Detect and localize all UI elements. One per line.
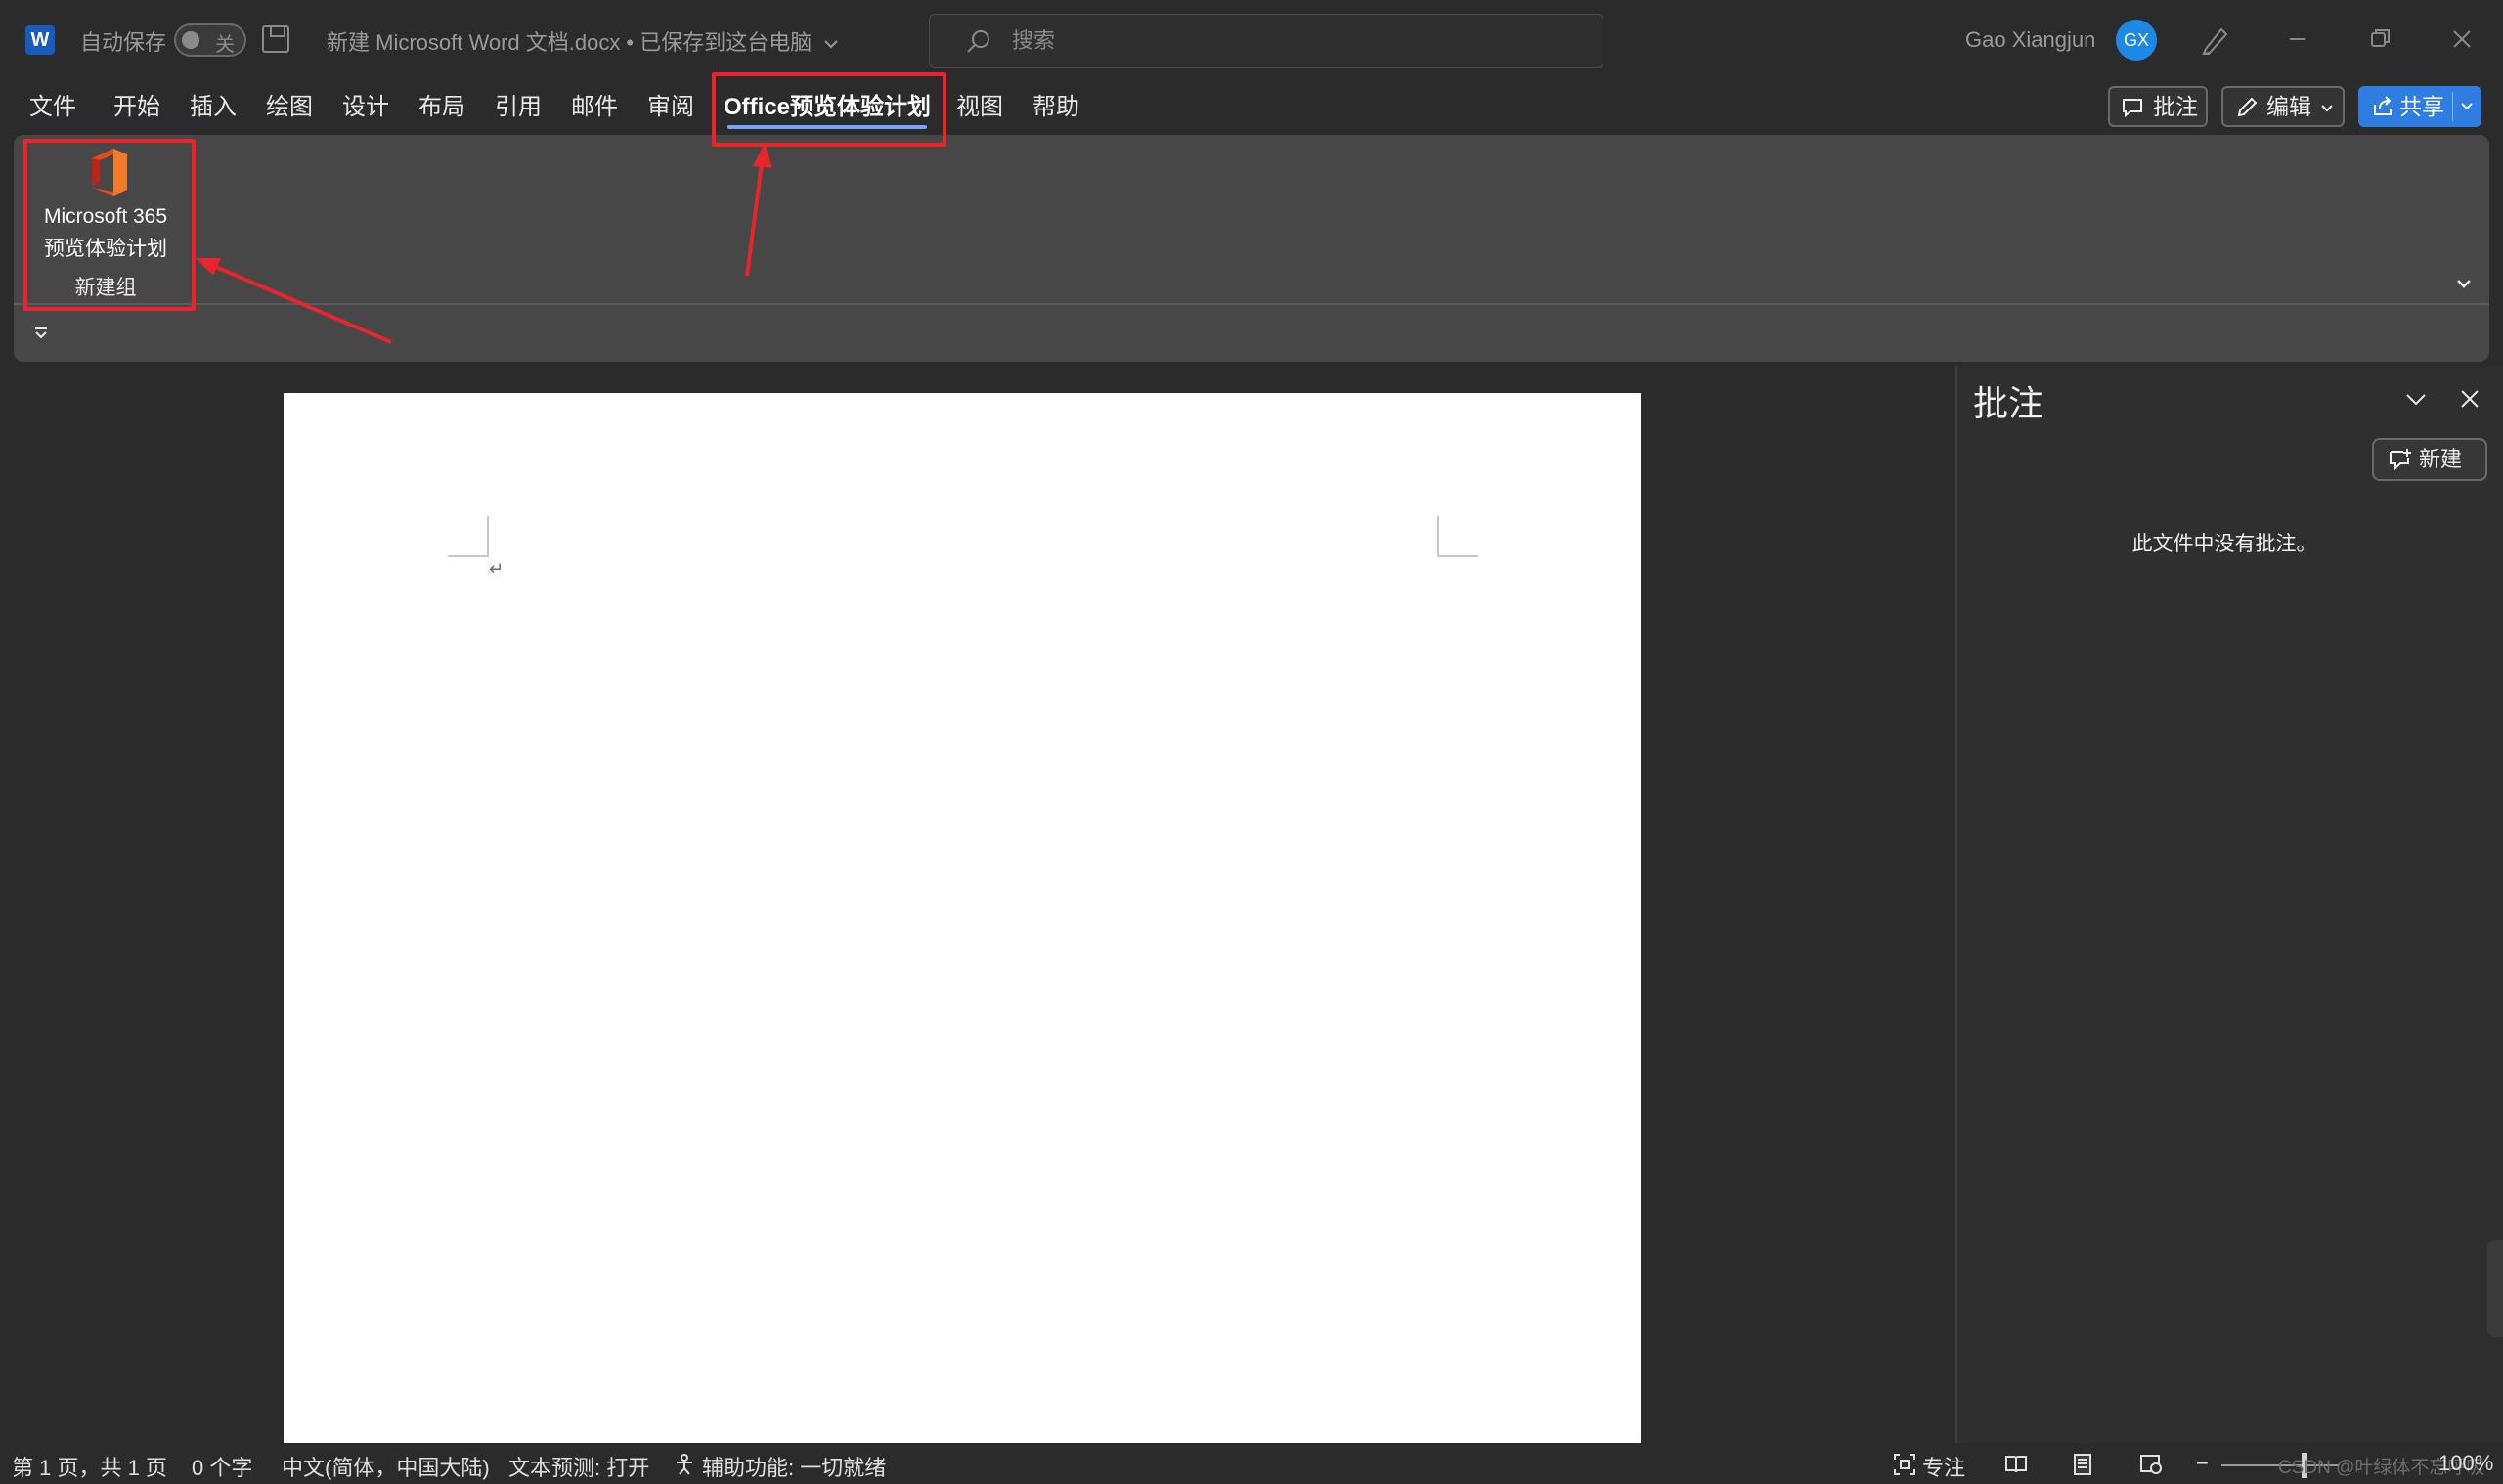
document-title[interactable]: 新建 Microsoft Word 文档.docx • 已保存到这台电脑: [327, 25, 839, 57]
side-scroll-handle[interactable]: [2487, 1240, 2503, 1337]
tab-draw[interactable]: 绘图: [266, 86, 313, 129]
comments-pane-title: 批注: [1973, 383, 2044, 423]
share-button-label: 共享: [2399, 94, 2444, 119]
comments-pane: 批注 新建 此文件中没有批注。: [1955, 366, 2503, 1443]
ribbon-tabs: 文件 开始 插入 绘图 设计 布局 引用 邮件 审阅 Office预览体验计划 …: [0, 86, 1124, 129]
chevron-down-icon[interactable]: [2401, 385, 2431, 415]
margin-corner-mark: [448, 516, 489, 557]
word-app-icon: W: [25, 25, 55, 55]
web-layout-icon[interactable]: [2139, 1453, 2163, 1476]
autosave-state: 关: [215, 34, 235, 56]
ribbon-expand-chevron-icon[interactable]: [2452, 272, 2476, 295]
no-comments-message: 此文件中没有批注。: [2131, 533, 2317, 555]
chevron-down-icon: [824, 40, 839, 49]
comment-icon: [2123, 99, 2142, 118]
search-box[interactable]: [929, 14, 1603, 68]
autosave-toggle[interactable]: 关: [174, 23, 246, 57]
designer-pen-icon[interactable]: [2198, 23, 2231, 57]
accessibility-status[interactable]: 辅助功能: 一切就绪: [702, 1451, 886, 1482]
tab-mailings[interactable]: 邮件: [571, 86, 618, 129]
avatar[interactable]: GX: [2116, 20, 2157, 61]
save-icon[interactable]: [262, 25, 289, 53]
focus-mode-icon: [1894, 1454, 1915, 1475]
highlight-box-insider-group: [23, 139, 196, 311]
ribbon-panel: Microsoft 365 预览体验计划 新建组: [14, 135, 2489, 362]
comments-button[interactable]: 批注: [2108, 86, 2208, 127]
share-icon: [2374, 96, 2392, 115]
tab-view[interactable]: 视图: [956, 86, 1003, 129]
zoom-out-button[interactable]: −: [2196, 1451, 2209, 1476]
tab-review[interactable]: 审阅: [647, 86, 694, 129]
tab-file[interactable]: 文件: [29, 86, 76, 129]
accessibility-icon: [677, 1454, 692, 1475]
new-comment-button[interactable]: 新建: [2372, 438, 2487, 481]
search-input[interactable]: [1012, 26, 1559, 56]
customize-quick-access-icon[interactable]: [31, 323, 51, 342]
text-prediction-status[interactable]: 文本预测: 打开: [508, 1451, 649, 1482]
word-count[interactable]: 0 个字: [192, 1451, 252, 1482]
document-page[interactable]: ↵: [284, 393, 1641, 1443]
close-icon[interactable]: [2444, 22, 2480, 57]
restore-icon[interactable]: [2362, 22, 2397, 57]
autosave-label: 自动保存: [80, 30, 167, 55]
ribbon-divider: [14, 303, 2489, 305]
tab-layout[interactable]: 布局: [418, 86, 465, 129]
new-comment-label: 新建: [2419, 447, 2463, 471]
margin-corner-mark: [1437, 516, 1478, 557]
paragraph-mark-icon: ↵: [489, 559, 505, 580]
share-button[interactable]: 共享: [2358, 86, 2481, 127]
editing-mode-label: 编辑: [2266, 94, 2311, 119]
comments-button-label: 批注: [2153, 94, 2198, 119]
close-icon[interactable]: [2456, 385, 2483, 413]
editing-mode-button[interactable]: 编辑: [2221, 86, 2345, 127]
title-bar: W 自动保存 关 新建 Microsoft Word 文档.docx • 已保存…: [0, 0, 2503, 80]
tab-design[interactable]: 设计: [342, 86, 389, 129]
toggle-knob: [182, 31, 199, 49]
zoom-level[interactable]: 100%: [2438, 1451, 2493, 1476]
status-bar: 第 1 页，共 1 页 0 个字 中文(简体，中国大陆) 文本预测: 打开 辅助…: [0, 1445, 2503, 1484]
share-split-divider: [2452, 92, 2453, 121]
page-count[interactable]: 第 1 页，共 1 页: [12, 1451, 167, 1482]
new-comment-icon: [2390, 449, 2411, 471]
chevron-down-icon[interactable]: [2460, 102, 2474, 111]
pencil-icon: [2237, 97, 2258, 117]
chevron-down-icon: [2321, 105, 2333, 112]
document-title-text: 新建 Microsoft Word 文档.docx • 已保存到这台电脑: [327, 30, 812, 55]
highlight-box-insider-tab: [712, 72, 946, 147]
search-icon: [967, 30, 989, 53]
focus-mode-button[interactable]: 专注: [1922, 1451, 1965, 1482]
tab-insert[interactable]: 插入: [190, 86, 237, 129]
language-indicator[interactable]: 中文(简体，中国大陆): [282, 1451, 490, 1482]
tab-help[interactable]: 帮助: [1032, 86, 1079, 129]
tab-references[interactable]: 引用: [495, 86, 542, 129]
read-mode-icon[interactable]: [2004, 1453, 2028, 1476]
user-name[interactable]: Gao Xiangjun: [1965, 27, 2095, 53]
tab-home[interactable]: 开始: [113, 86, 160, 129]
minimize-icon[interactable]: [2280, 22, 2315, 57]
print-layout-icon[interactable]: [2071, 1453, 2094, 1476]
